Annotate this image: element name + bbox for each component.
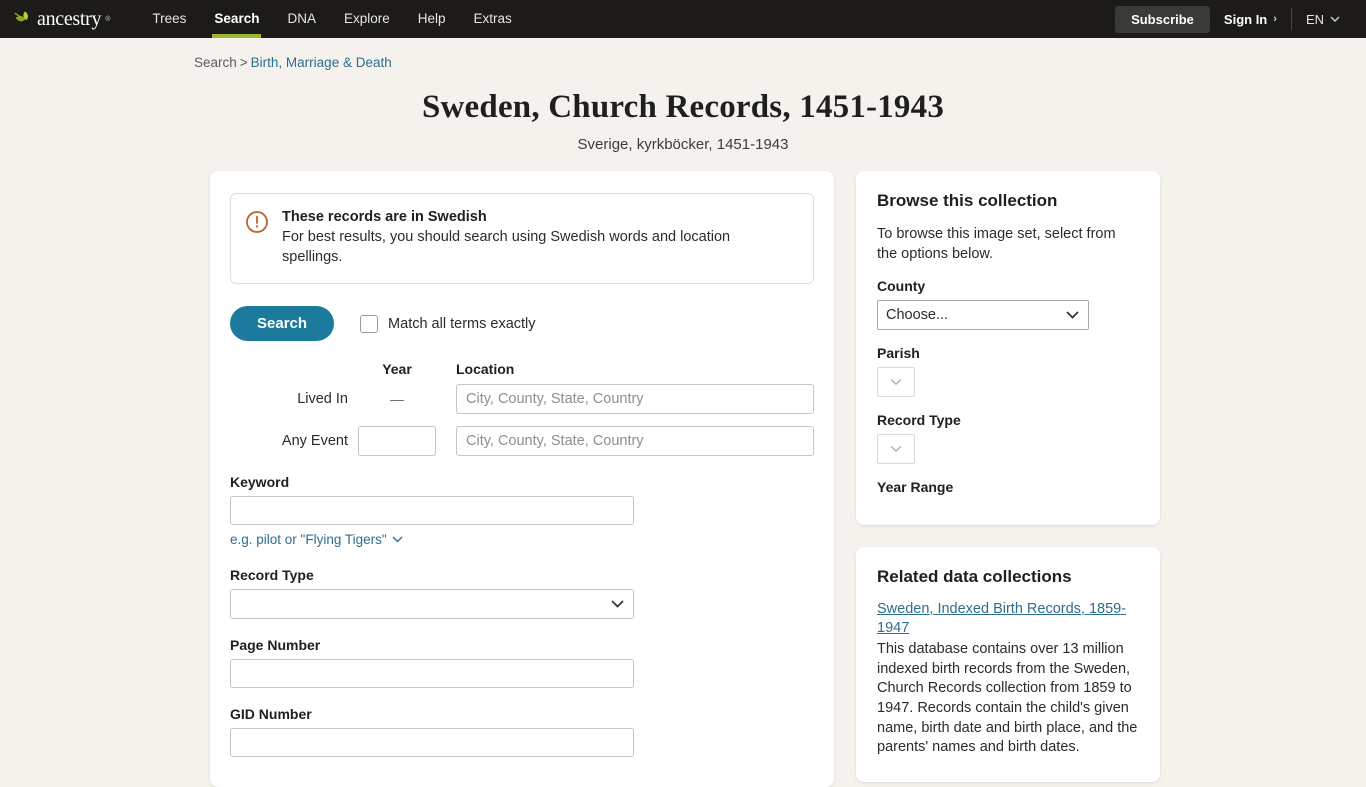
breadcrumb-separator: > (239, 55, 248, 70)
year-location-grid: Year Location Lived In — Any Event (230, 361, 814, 457)
match-all-terms-label: Match all terms exactly (388, 315, 536, 332)
page-layout: These records are in Swedish For best re… (0, 171, 1366, 787)
ancestry-logo[interactable]: ancestry ® (14, 9, 110, 29)
sidebar: Browse this collection To browse this im… (856, 171, 1160, 783)
page-subtitle: Sverige, kyrkböcker, 1451-1943 (577, 136, 789, 153)
related-collection-description: This database contains over 13 million i… (877, 640, 1138, 756)
grid-header-row: Year Location (230, 361, 814, 377)
chevron-down-icon (392, 536, 403, 543)
browse-collection-panel: Browse this collection To browse this im… (856, 171, 1160, 525)
record-type-select-wrap (230, 589, 634, 620)
nav-item-trees[interactable]: Trees (138, 0, 200, 38)
gid-number-field: GID Number (230, 706, 814, 758)
gid-number-input[interactable] (230, 728, 634, 758)
alert-title: These records are in Swedish (282, 209, 487, 225)
logo-wordmark: ancestry (37, 8, 102, 30)
keyword-label: Keyword (230, 474, 290, 491)
page-number-field: Page Number (230, 637, 814, 689)
breadcrumb-link-birth-marriage-death[interactable]: Birth, Marriage & Death (251, 55, 392, 70)
language-label: EN (1305, 11, 1324, 27)
lived-in-location-input[interactable] (456, 384, 814, 415)
sign-in-link[interactable]: Sign In › (1210, 12, 1291, 27)
leaf-icon (14, 11, 28, 22)
alert-body: For best results, you should search usin… (282, 229, 731, 265)
grid-header-year: Year (382, 361, 412, 378)
top-navigation-bar: ancestry ® Trees Search DNA Explore Help… (0, 0, 1366, 38)
county-label: County (877, 278, 926, 294)
language-selector[interactable]: EN (1292, 12, 1352, 27)
year-range-label: Year Range (877, 479, 954, 495)
lived-in-label: Lived In (297, 391, 348, 408)
exclamation-circle-icon (245, 210, 269, 239)
county-select[interactable]: Choose... (877, 300, 1089, 330)
lived-in-year-dash: — (390, 391, 404, 408)
page-title: Sweden, Church Records, 1451-1943 (421, 89, 945, 125)
record-type-field: Record Type (230, 567, 814, 620)
lived-in-row: Lived In — (230, 384, 814, 415)
page-number-label: Page Number (230, 637, 321, 654)
keyword-hint-text: e.g. pilot or "Flying Tigers" (230, 532, 387, 548)
parish-label: Parish (877, 345, 920, 361)
record-type-select[interactable] (230, 589, 634, 620)
nav-right-group: Subscribe Sign In › EN (1115, 0, 1352, 38)
breadcrumb: Search > Birth, Marriage & Death (0, 38, 1366, 70)
parish-select[interactable] (877, 367, 915, 397)
search-action-row: Search Match all terms exactly (230, 306, 814, 342)
browse-record-type-select-wrap (877, 434, 915, 464)
nav-item-help[interactable]: Help (404, 0, 460, 38)
any-event-location-input[interactable] (456, 426, 814, 457)
any-event-row: Any Event (230, 426, 814, 457)
any-event-year-input[interactable] (358, 426, 436, 457)
grid-header-location: Location (456, 361, 515, 378)
main-nav-items: Trees Search DNA Explore Help Extras (138, 0, 525, 38)
language-alert: These records are in Swedish For best re… (230, 193, 814, 285)
related-panel-title: Related data collections (877, 567, 1072, 586)
browse-panel-title: Browse this collection (877, 191, 1058, 210)
nav-item-extras[interactable]: Extras (460, 0, 526, 38)
match-all-terms-checkbox[interactable] (360, 314, 379, 333)
alert-text-block: These records are in Swedish For best re… (282, 209, 752, 267)
record-type-label: Record Type (230, 567, 314, 584)
nav-item-explore[interactable]: Explore (330, 0, 404, 38)
browse-record-type-label: Record Type (877, 412, 961, 428)
grid-header-blank (230, 361, 358, 377)
keyword-field: Keyword e.g. pilot or "Flying Tigers" (230, 474, 814, 549)
search-form-card: These records are in Swedish For best re… (210, 171, 834, 787)
browse-panel-description: To browse this image set, select from th… (877, 226, 1116, 262)
related-collection-link[interactable]: Sweden, Indexed Birth Records, 1859-1947 (877, 600, 1139, 639)
related-collections-panel: Related data collections Sweden, Indexed… (856, 547, 1160, 783)
county-select-wrap: Choose... (877, 300, 1089, 330)
keyword-input[interactable] (230, 496, 634, 526)
chevron-down-icon (1330, 16, 1340, 22)
nav-item-dna[interactable]: DNA (273, 0, 330, 38)
nav-item-search[interactable]: Search (200, 0, 273, 38)
sign-in-label: Sign In (1223, 11, 1268, 27)
any-event-label: Any Event (281, 433, 348, 450)
breadcrumb-link-search[interactable]: Search (194, 55, 237, 70)
subscribe-button[interactable]: Subscribe (1115, 5, 1210, 33)
parish-select-wrap (877, 367, 915, 397)
page-number-input[interactable] (230, 659, 634, 689)
chevron-right-icon: › (1273, 13, 1277, 25)
browse-record-type-select[interactable] (877, 434, 915, 464)
match-all-terms-exactly-toggle[interactable]: Match all terms exactly (360, 314, 536, 333)
gid-number-label: GID Number (230, 706, 312, 723)
search-button[interactable]: Search (230, 306, 335, 342)
keyword-hint-link[interactable]: e.g. pilot or "Flying Tigers" (230, 532, 403, 547)
logo-trademark: ® (105, 15, 111, 23)
